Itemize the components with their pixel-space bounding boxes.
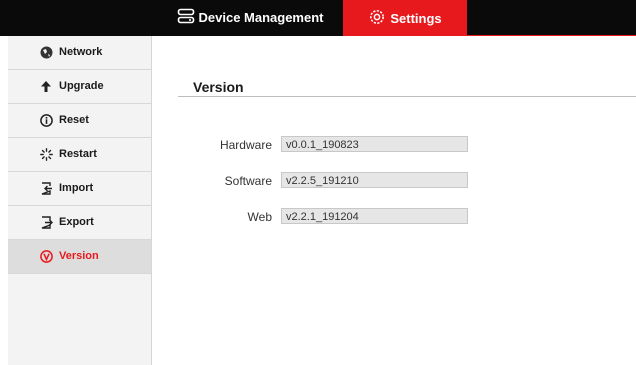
sidebar-item-label: Network	[59, 46, 103, 58]
page-title: Version	[193, 79, 244, 95]
export-icon	[39, 215, 53, 229]
sidebar-item-label: Export	[59, 216, 94, 228]
gear-icon	[368, 8, 390, 29]
sidebar-item-label: Reset	[59, 114, 89, 126]
sidebar-item-label: Import	[59, 182, 94, 194]
software-label: Software	[224, 174, 272, 188]
sidebar-item-label: Upgrade	[59, 80, 104, 92]
network-icon	[39, 45, 53, 59]
web-label: Web	[247, 210, 272, 224]
version-circle-icon	[39, 249, 53, 263]
software-version-field: v2.2.5_191210	[281, 172, 468, 188]
info-circle-icon	[39, 113, 53, 127]
sidebar-item-label: Version	[59, 250, 99, 262]
sidebar: Network Upgrade Reset Restart Import Exp…	[8, 36, 152, 365]
import-icon	[39, 181, 53, 195]
spinner-icon	[39, 147, 53, 161]
hardware-version-field: v0.0.1_190823	[281, 136, 468, 152]
sidebar-item-label: Restart	[59, 148, 97, 160]
web-version-field: v2.2.1_191204	[281, 208, 468, 224]
top-nav-bar: Device Management Settings	[0, 0, 636, 36]
upgrade-arrow-icon	[39, 79, 53, 93]
sidebar-item-export[interactable]: Export	[8, 206, 151, 240]
tab-settings[interactable]: Settings	[343, 0, 467, 36]
sidebar-item-import[interactable]: Import	[8, 172, 151, 206]
sidebar-item-restart[interactable]: Restart	[8, 138, 151, 172]
tab-device-management-label: Device Management	[198, 9, 324, 25]
sidebar-item-reset[interactable]: Reset	[8, 104, 151, 138]
sidebar-item-upgrade[interactable]: Upgrade	[8, 70, 151, 104]
sidebar-item-version[interactable]: Version	[8, 240, 151, 274]
tab-device-management[interactable]: Device Management	[160, 0, 340, 34]
device-management-icon	[177, 8, 199, 27]
tab-underline	[343, 35, 636, 36]
tab-settings-label: Settings	[390, 10, 442, 26]
title-divider	[178, 96, 636, 97]
sidebar-item-network[interactable]: Network	[8, 36, 151, 70]
hardware-label: Hardware	[219, 138, 272, 152]
